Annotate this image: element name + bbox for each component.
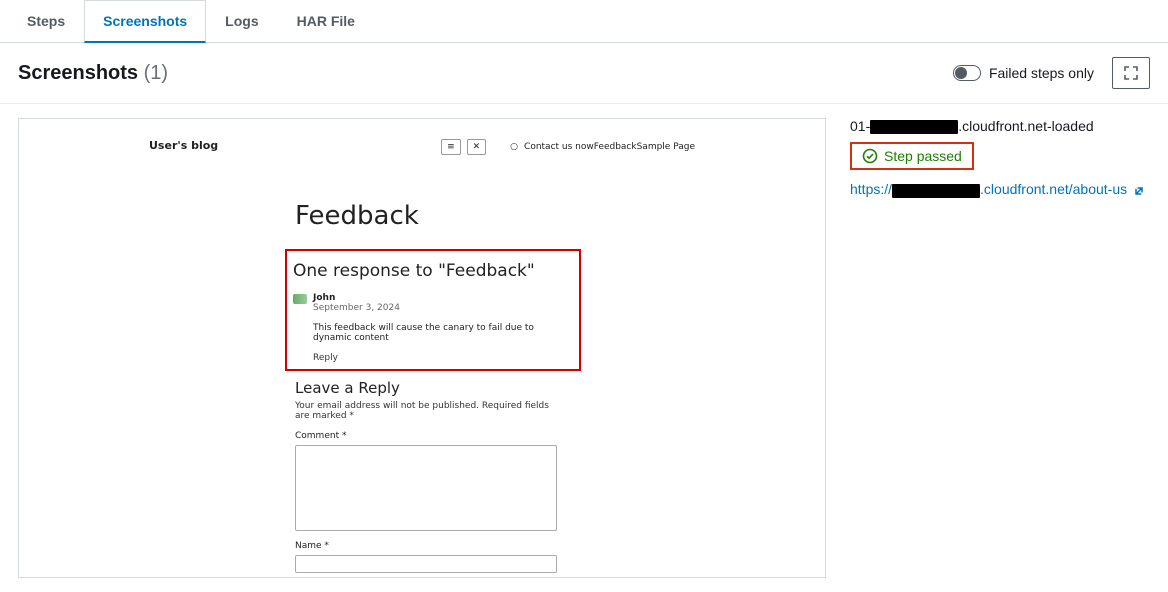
- content-row: User's blog ≡ ✕ ○ Contact us nowFeedback…: [0, 104, 1168, 592]
- expand-button[interactable]: [1112, 57, 1150, 89]
- header-controls: Failed steps only: [953, 57, 1150, 89]
- tab-har-file[interactable]: HAR File: [278, 0, 374, 42]
- name-label: Name *: [295, 541, 549, 551]
- comment-label: Comment *: [295, 431, 549, 441]
- title-count: (1): [144, 62, 168, 84]
- check-circle-icon: [862, 148, 878, 164]
- comment-body: John September 3, 2024 This feedback wil…: [313, 293, 573, 363]
- blog-site-title: User's blog: [149, 139, 218, 152]
- toggle-wrap: Failed steps only: [953, 65, 1094, 81]
- comment-reply-link: Reply: [313, 353, 573, 363]
- external-link-icon: [1133, 185, 1145, 197]
- tab-screenshots[interactable]: Screenshots: [84, 0, 206, 43]
- blog-nav-bullet: ○: [510, 142, 518, 152]
- url-suffix: .cloudfront.net/about-us: [980, 181, 1127, 197]
- comment-author: John: [313, 293, 573, 303]
- leave-reply-heading: Leave a Reply: [295, 379, 549, 397]
- failed-steps-label: Failed steps only: [989, 65, 1094, 81]
- tab-steps[interactable]: Steps: [8, 0, 84, 42]
- blog-close-icon: ✕: [467, 139, 487, 155]
- reply-note: Your email address will not be published…: [295, 401, 549, 421]
- title-text: Screenshots: [18, 62, 138, 84]
- redacted: [892, 184, 980, 198]
- redacted: [870, 120, 958, 134]
- step-suffix: .cloudfront.net-loaded: [958, 118, 1093, 134]
- page-title: Screenshots (1): [18, 62, 168, 85]
- comment: John September 3, 2024 This feedback wil…: [293, 293, 573, 363]
- side-panel: 01- .cloudfront.net-loaded Step passed ht…: [850, 118, 1150, 200]
- avatar-icon: [293, 294, 307, 304]
- status-text: Step passed: [884, 148, 962, 164]
- status-badge: Step passed: [850, 142, 974, 170]
- expand-icon: [1123, 65, 1139, 81]
- step-prefix: 01-: [850, 118, 870, 134]
- section-header: Screenshots (1) Failed steps only: [0, 43, 1168, 104]
- blog-nav-text: Contact us nowFeedbackSample Page: [524, 142, 695, 152]
- blog-menu-icon: ≡: [441, 139, 461, 155]
- step-url-link[interactable]: https:// .cloudfront.net/about-us: [850, 180, 1150, 200]
- comment-text: This feedback will cause the canary to f…: [313, 323, 573, 343]
- step-name: 01- .cloudfront.net-loaded: [850, 118, 1150, 134]
- name-input: [295, 555, 557, 573]
- blog-topbar: User's blog ≡ ✕ ○ Contact us nowFeedback…: [19, 119, 825, 161]
- tab-logs[interactable]: Logs: [206, 0, 277, 42]
- comment-textarea: [295, 445, 557, 531]
- blog-nav: ≡ ✕ ○ Contact us nowFeedbackSample Page: [441, 139, 695, 155]
- blog-main: Feedback One response to "Feedback" John…: [19, 161, 825, 573]
- comment-highlight: One response to "Feedback" John Septembe…: [285, 249, 581, 371]
- failed-steps-toggle[interactable]: [953, 65, 981, 81]
- responses-heading: One response to "Feedback": [293, 261, 573, 281]
- blog-page: User's blog ≡ ✕ ○ Contact us nowFeedback…: [19, 119, 825, 577]
- tabs-bar: Steps Screenshots Logs HAR File: [0, 0, 1168, 43]
- screenshot-viewer[interactable]: User's blog ≡ ✕ ○ Contact us nowFeedback…: [18, 118, 826, 578]
- blog-page-title: Feedback: [295, 201, 549, 231]
- url-prefix: https://: [850, 181, 892, 197]
- comment-date: September 3, 2024: [313, 303, 573, 313]
